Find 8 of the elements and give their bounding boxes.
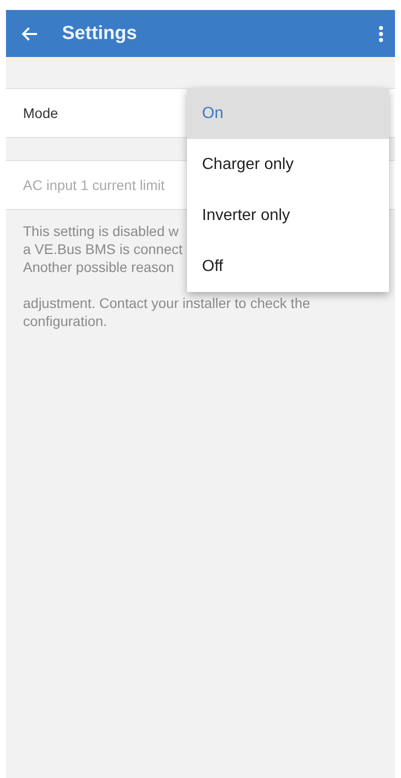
info-text: Another possible reason bbox=[23, 258, 174, 276]
info-text: configuration. bbox=[23, 312, 108, 330]
info-text: This setting is disabled w bbox=[23, 222, 179, 240]
info-text: adjustment. Contact your installer to check the bbox=[23, 294, 310, 312]
screen-title: Settings bbox=[62, 22, 138, 44]
setting-label: AC input 1 current limit bbox=[23, 177, 165, 193]
setting-label: Mode bbox=[23, 105, 58, 121]
info-text: a VE.Bus BMS is connect bbox=[23, 240, 183, 258]
